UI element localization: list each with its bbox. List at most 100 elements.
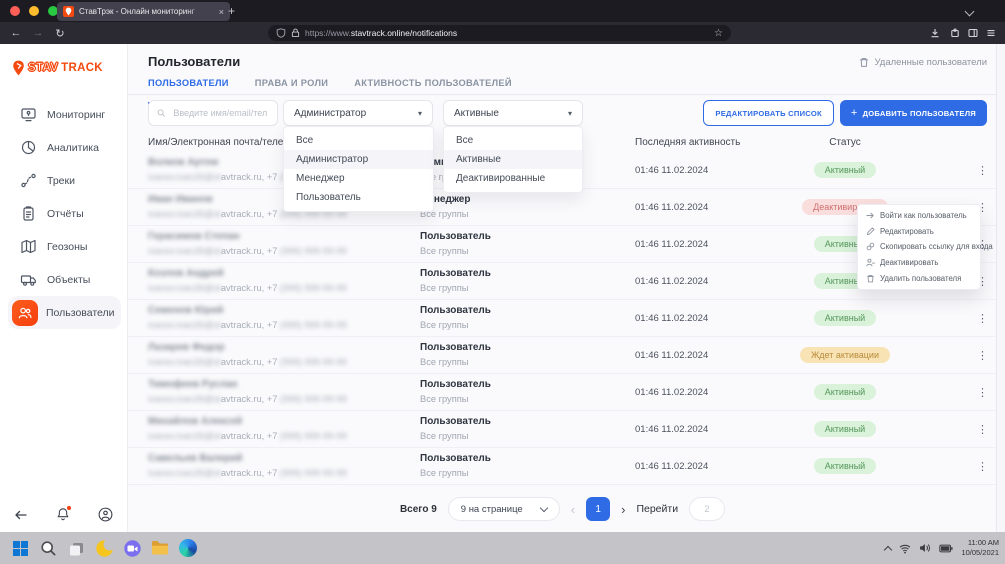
new-tab-button[interactable]: + — [228, 3, 235, 20]
user-name: Савельев Валерий — [148, 453, 420, 465]
status-dropdown-panel: ВсеАктивныеДеактивированные — [443, 126, 583, 193]
scrollbar[interactable] — [996, 44, 1005, 532]
edit-list-button[interactable]: РЕДАКТИРОВАТЬ СПИСОК — [703, 100, 833, 126]
role-filter-dropdown[interactable]: Администратор ▾ — [283, 100, 433, 126]
battery-icon[interactable] — [939, 544, 953, 553]
context-menu-item-label: Деактивировать — [880, 258, 938, 267]
sidebar-item-objects[interactable]: Объекты — [8, 263, 121, 296]
add-user-button[interactable]: + ДОБАВИТЬ ПОЛЬЗОВАТЕЛЯ — [840, 100, 987, 126]
back-icon[interactable]: ← — [6, 22, 26, 44]
tab-rights[interactable]: ПРАВА И РОЛИ — [255, 78, 328, 102]
context-menu-item-1[interactable]: Редактировать — [858, 224, 980, 240]
window-close-button[interactable] — [10, 6, 20, 16]
page-number-button[interactable]: 1 — [586, 497, 610, 521]
window-minimize-button[interactable] — [29, 6, 39, 16]
wifi-icon[interactable] — [899, 543, 911, 554]
sidebar: STAVTRACK Мониторинг Аналитика Треки Отч… — [0, 44, 128, 532]
row-menu-button[interactable]: ⋮ — [977, 349, 997, 362]
row-menu-button[interactable]: ⋮ — [977, 460, 997, 473]
row-menu-button[interactable]: ⋮ — [977, 312, 997, 325]
browser-tab[interactable]: СтавТрэк - Онлайн мониторинг × — [57, 2, 230, 21]
dropdown-option[interactable]: Деактивированные — [444, 169, 582, 188]
volume-icon[interactable] — [919, 543, 931, 553]
sidebar-item-users[interactable]: Пользователи — [8, 296, 121, 329]
user-role: Пользователь — [420, 453, 635, 465]
goto-label: Перейти — [636, 503, 678, 515]
sidebar-item-reports[interactable]: Отчёты — [8, 197, 121, 230]
tab-list-chevron-icon[interactable] — [965, 7, 975, 17]
crescent-app-icon[interactable] — [93, 537, 115, 559]
sidebar-item-tracks[interactable]: Треки — [8, 164, 121, 197]
dropdown-option[interactable]: Администратор — [284, 150, 433, 169]
context-menu-item-2[interactable]: Скопировать ссылку для входа — [858, 239, 980, 255]
tray-chevron-icon[interactable] — [884, 545, 892, 553]
reload-icon[interactable]: ↻ — [50, 22, 70, 44]
trash-icon — [866, 274, 875, 283]
notifications-bell-icon[interactable] — [56, 507, 70, 522]
profile-icon[interactable] — [98, 507, 113, 522]
sidebar-item-monitor[interactable]: Мониторинг — [8, 98, 121, 131]
tab-activity[interactable]: АКТИВНОСТЬ ПОЛЬЗОВАТЕЛЕЙ — [354, 78, 512, 102]
extensions-icon[interactable] — [945, 22, 965, 44]
collapse-sidebar-icon[interactable] — [14, 509, 28, 521]
logo-text-stav: STAV — [28, 62, 58, 74]
sidebar-item-analytics[interactable]: Аналитика — [8, 131, 121, 164]
stavtrack-pin-icon — [12, 60, 25, 76]
row-menu-button[interactable]: ⋮ — [977, 423, 997, 436]
tab-close-icon[interactable]: × — [219, 7, 224, 17]
dropdown-option[interactable]: Активные — [444, 150, 582, 169]
url-bar[interactable]: https://www.stavtrack.online/notificatio… — [268, 25, 731, 41]
context-menu-item-0[interactable]: Войти как пользователь — [858, 208, 980, 224]
row-menu-button[interactable]: ⋮ — [977, 164, 997, 177]
goto-page-input[interactable]: 2 — [689, 497, 725, 521]
sidebar-item-geozones[interactable]: Геозоны — [8, 230, 121, 263]
downloads-icon[interactable] — [925, 22, 945, 44]
user-contact: ivanov.ivan26@stavtrack.ru, +7 (999) 999… — [148, 283, 420, 294]
search-input[interactable] — [171, 107, 269, 119]
user-groups: Все группы — [420, 246, 635, 257]
monitor-icon — [20, 106, 37, 123]
user-groups: Все группы — [420, 209, 635, 220]
menu-hamburger-icon[interactable] — [981, 22, 1001, 44]
filters-row: Администратор ▾ Активные ▾ РЕДАКТИРОВАТЬ… — [148, 100, 987, 126]
status-filter-dropdown[interactable]: Активные ▾ — [443, 100, 583, 126]
dropdown-option[interactable]: Все — [444, 131, 582, 150]
bookmark-star-icon[interactable]: ☆ — [714, 28, 723, 39]
sidebar-panels-icon[interactable] — [963, 22, 983, 44]
sidebar-item-label: Мониторинг — [47, 109, 105, 121]
chevron-down-icon: ▾ — [568, 109, 572, 118]
dropdown-option[interactable]: Менеджер — [284, 169, 433, 188]
taskbar-search-icon[interactable] — [37, 537, 59, 559]
edge-browser-icon[interactable] — [177, 537, 199, 559]
tracks-icon — [20, 172, 37, 189]
user-role: Пользователь — [420, 342, 635, 354]
context-menu-item-label: Редактировать — [880, 227, 934, 236]
action-buttons: РЕДАКТИРОВАТЬ СПИСОК + ДОБАВИТЬ ПОЛЬЗОВА… — [703, 100, 987, 126]
user-search[interactable] — [148, 100, 278, 126]
dropdown-option[interactable]: Пользователь — [284, 188, 433, 207]
user-contact: ivanov.ivan26@stavtrack.ru, +7 (999) 999… — [148, 320, 420, 331]
row-context-menu: Войти как пользователь Редактировать Ско… — [857, 204, 981, 290]
last-activity: 01:46 11.02.2024 — [635, 313, 785, 324]
add-user-label: ДОБАВИТЬ ПОЛЬЗОВАТЕЛЯ — [863, 109, 976, 118]
file-explorer-icon[interactable] — [149, 537, 171, 559]
user-name: Тимофеев Руслан — [148, 379, 420, 391]
tab-favicon — [63, 6, 74, 17]
shield-icon[interactable] — [276, 28, 286, 38]
dropdown-option[interactable]: Все — [284, 131, 433, 150]
task-view-button[interactable] — [65, 537, 87, 559]
deleted-users-link[interactable]: Удаленные пользователи — [859, 57, 987, 68]
tray-time: 11:00 AM — [961, 538, 999, 548]
forward-icon[interactable]: → — [28, 22, 48, 44]
next-page-button[interactable]: › — [621, 502, 625, 517]
row-menu-button[interactable]: ⋮ — [977, 386, 997, 399]
prev-page-button[interactable]: ‹ — [571, 502, 575, 517]
start-button[interactable] — [9, 537, 31, 559]
context-menu-item-4[interactable]: Удалить пользователя — [858, 270, 980, 286]
taskbar-clock[interactable]: 11:00 AM 10/05/2021 — [961, 538, 999, 558]
status-badge: Активный — [814, 384, 876, 400]
per-page-select[interactable]: 9 на странице — [448, 497, 560, 521]
chat-app-icon[interactable] — [121, 537, 143, 559]
status-badge: Активный — [814, 310, 876, 326]
context-menu-item-3[interactable]: Деактивировать — [858, 255, 980, 271]
